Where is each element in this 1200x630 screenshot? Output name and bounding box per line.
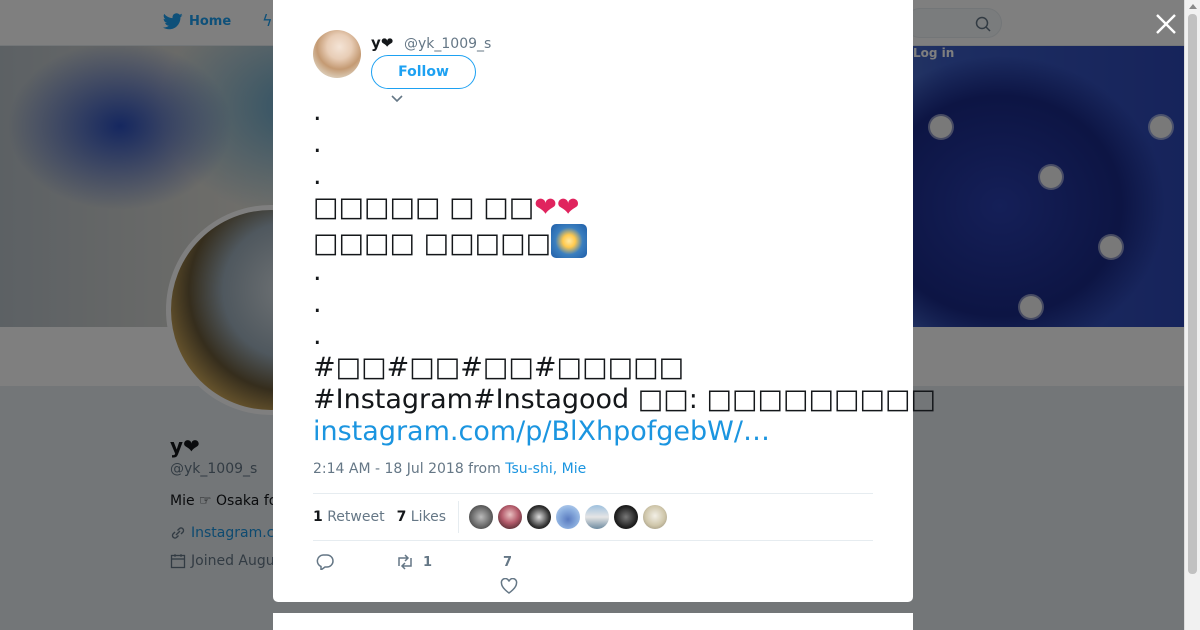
retweet-stat-label: Retweet — [327, 509, 385, 525]
scroll-thumb[interactable] — [1188, 14, 1197, 574]
tweet-actions: 1 7 — [313, 552, 873, 596]
like-button[interactable] — [500, 578, 518, 594]
likes-stat-label: Likes — [410, 509, 446, 525]
tweet-line: . — [313, 256, 322, 287]
tweet-line: . — [313, 96, 322, 127]
tweet-text: . . . □□□□□ □ □□❤❤ □□□□ □□□□□ . . . #□□#… — [313, 96, 936, 448]
tweet-location-link[interactable]: Tsu-shi, Mie — [505, 461, 586, 477]
likers-avatars — [469, 505, 667, 529]
retweet-icon — [398, 554, 412, 570]
tweet-timestamp: 2:14 AM - 18 Jul 2018 from Tsu-shi, Mie — [313, 461, 586, 477]
tweet-author-avatar[interactable] — [313, 30, 361, 78]
tweet-line: □□□□ □□□□□ — [313, 224, 873, 259]
retweet-action-count: 1 — [423, 554, 433, 570]
tweet-line: . — [313, 320, 322, 351]
red-heart-emoji: ❤❤ — [534, 192, 580, 223]
tweet-instagram-link[interactable]: instagram.com/p/BlXhpofgebW/… — [313, 416, 770, 447]
retweet-button[interactable]: 1 — [395, 554, 432, 570]
tweet-hashtags-instagram[interactable]: #Instagram#Instagood □□: □□□□□□□□□ — [313, 384, 936, 416]
tweet-line: . — [313, 288, 322, 319]
scroll-up-arrow[interactable] — [1189, 4, 1197, 9]
tweet-modal: y❤ @yk_1009_s Follow . . . □□□□□ □ □□❤❤ … — [273, 0, 936, 602]
likes-stat[interactable]: 7 Likes — [397, 509, 446, 525]
liker-avatar[interactable] — [469, 505, 493, 529]
reply-button[interactable] — [316, 554, 334, 570]
tweet-line: □□□□□ □ □□❤❤ — [313, 192, 873, 224]
liker-avatar[interactable] — [556, 505, 580, 529]
tweet-author-handle[interactable]: @yk_1009_s — [404, 36, 491, 52]
stats-divider — [458, 501, 459, 533]
tweet-line-text: □□□□□ □ □□ — [313, 192, 535, 223]
liker-avatar[interactable] — [585, 505, 609, 529]
tweet-stats: 1 Retweet 7 Likes — [313, 493, 873, 541]
liker-avatar[interactable] — [498, 505, 522, 529]
like-count-label[interactable]: 7 — [503, 555, 512, 570]
tweet-timestamp-text: 2:14 AM - 18 Jul 2018 from — [313, 461, 506, 477]
next-tweet-modal-edge — [273, 613, 913, 630]
tweet-hashtags[interactable]: #□□#□□#□□#□□□□□ — [313, 352, 873, 384]
sparkle-emoji — [551, 224, 588, 258]
tweet-line-text: □□□□ □□□□□ — [313, 228, 552, 259]
close-icon[interactable] — [1154, 12, 1178, 36]
like-icon — [500, 578, 518, 594]
liker-avatar[interactable] — [614, 505, 638, 529]
liker-avatar[interactable] — [527, 505, 551, 529]
tweet-author-name[interactable]: y❤ — [371, 34, 393, 52]
page-scrollbar[interactable] — [1184, 0, 1200, 630]
reply-icon — [316, 554, 334, 570]
retweet-stat[interactable]: 1 Retweet — [313, 509, 385, 525]
follow-button[interactable]: Follow — [371, 55, 476, 89]
tweet-line: . — [313, 128, 322, 159]
like-action-count: 7 — [503, 555, 513, 570]
tweet-line: . — [313, 160, 322, 191]
retweet-count: 1 — [313, 509, 323, 525]
liker-avatar[interactable] — [643, 505, 667, 529]
likes-count: 7 — [396, 509, 407, 525]
